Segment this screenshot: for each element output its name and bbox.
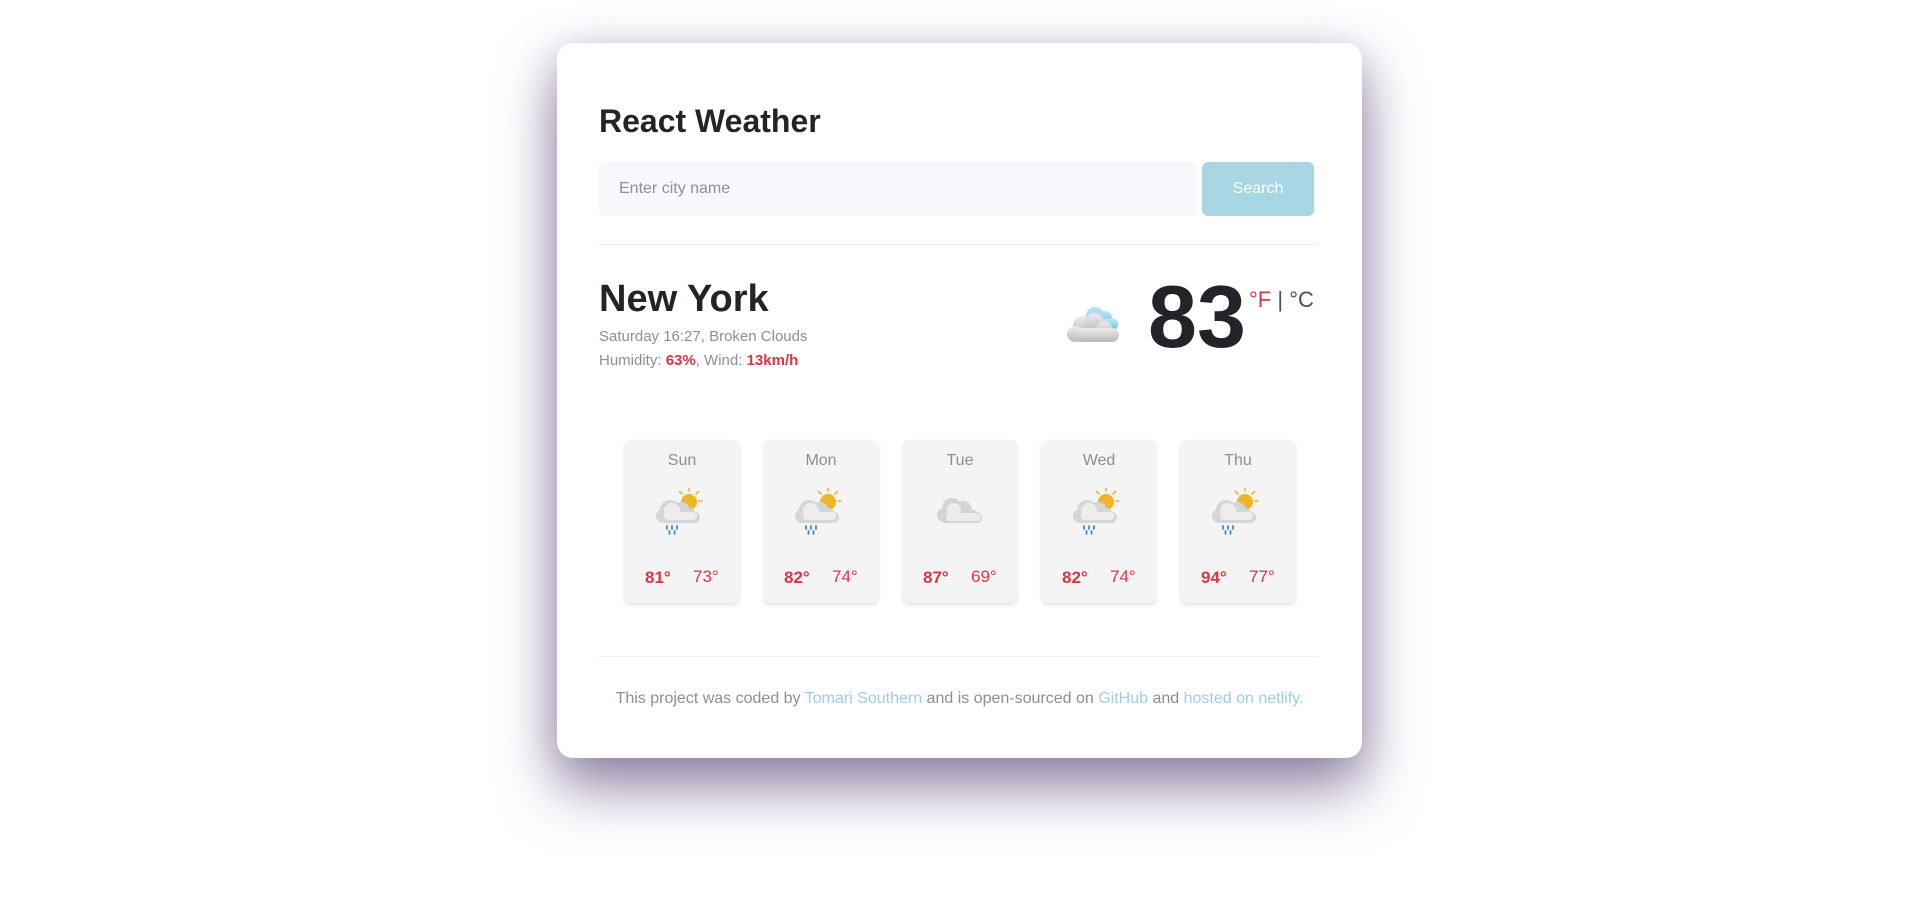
- forecast-high: 87°: [923, 568, 949, 587]
- weather-card: React Weather Search New York Saturday 1…: [557, 43, 1362, 758]
- humidity-wind: Humidity: 63%, Wind: 13km/h: [599, 352, 798, 369]
- forecast-day-card: Mon 82° 74°: [764, 440, 878, 603]
- forecast-day-name: Wed: [1082, 452, 1116, 469]
- forecast-high: 82°: [1062, 568, 1088, 587]
- netlify-link[interactable]: hosted on netlify.: [1184, 690, 1304, 707]
- author-link[interactable]: Tomari Southern: [805, 690, 922, 707]
- fahrenheit-unit[interactable]: °F: [1249, 287, 1271, 312]
- rain-sun-icon: [1073, 488, 1120, 535]
- forecast-day-card: Sun 81° 73°: [625, 440, 739, 603]
- wind-value: 13km/h: [746, 352, 799, 369]
- footer-text: and is open-sourced on: [922, 690, 1099, 707]
- rain-sun-icon: [795, 488, 842, 535]
- rain-sun-icon: [656, 488, 703, 535]
- forecast-high: 82°: [784, 568, 810, 587]
- unit-separator: |: [1271, 287, 1290, 312]
- rain-sun-icon: [1212, 488, 1259, 535]
- date-description: Saturday 16:27, Broken Clouds: [599, 328, 807, 345]
- forecast-low: 77°: [1249, 567, 1275, 586]
- forecast-day-name: Sun: [667, 452, 697, 469]
- humidity-label: Humidity:: [599, 352, 666, 369]
- forecast-low: 69°: [971, 567, 997, 586]
- meta-separator: ,: [700, 328, 710, 345]
- app-title: React Weather: [599, 103, 821, 139]
- forecast-day-name: Mon: [805, 452, 837, 469]
- cloud-icon: [937, 498, 982, 523]
- forecast-day-name: Thu: [1224, 452, 1252, 469]
- city-search-input[interactable]: [599, 162, 1197, 216]
- current-temperature: 83: [1148, 267, 1246, 366]
- forecast-high: 81°: [645, 568, 671, 587]
- forecast-day-card: Wed 82° 74°: [1042, 440, 1156, 603]
- footer-text: and: [1148, 690, 1184, 707]
- forecast-day-name: Tue: [946, 452, 974, 469]
- forecast-day-card: Thu 94° 77°: [1181, 440, 1295, 603]
- humidity-value: 63%: [665, 352, 696, 369]
- city-name: New York: [599, 278, 769, 320]
- github-link[interactable]: GitHub: [1098, 690, 1148, 707]
- forecast-low: 74°: [832, 567, 858, 586]
- unit-toggle: °F | °C: [1249, 287, 1314, 313]
- search-button[interactable]: Search: [1202, 162, 1314, 216]
- footer-text: This project was coded by: [615, 690, 805, 707]
- top-divider: [599, 244, 1319, 245]
- forecast-high: 94°: [1201, 568, 1227, 587]
- footer: This project was coded by Tomari Souther…: [557, 690, 1362, 708]
- weather-description: Broken Clouds: [709, 328, 808, 345]
- datetime: Saturday 16:27: [599, 328, 701, 345]
- forecast-low: 74°: [1110, 567, 1136, 586]
- broken-clouds-icon: [1067, 307, 1119, 342]
- wind-label: , Wind:: [695, 352, 747, 369]
- forecast-day-card: Tue 87° 69°: [903, 440, 1017, 603]
- forecast-low: 73°: [693, 567, 719, 586]
- bottom-divider: [599, 656, 1319, 657]
- celsius-link[interactable]: °C: [1289, 287, 1314, 312]
